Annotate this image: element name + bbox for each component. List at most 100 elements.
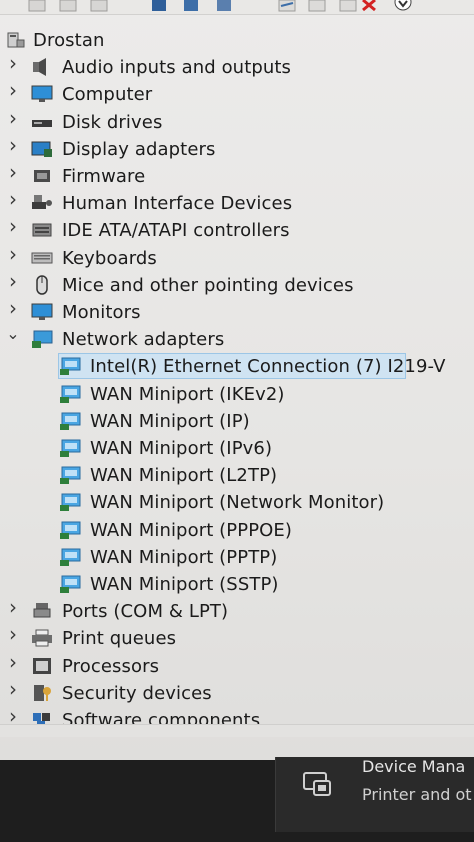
chevron-right-icon[interactable]: › [6, 271, 20, 291]
disable-device-button[interactable] [337, 0, 359, 12]
preview-title: Device Mana [362, 757, 466, 776]
device-manager-icon [302, 769, 334, 799]
security-key-icon [31, 683, 53, 703]
chevron-right-icon[interactable]: › [6, 80, 20, 100]
device-manager-window: Drostan › Audio inputs and outputs › Comput… [0, 0, 474, 760]
chevron-right-icon[interactable]: › [6, 706, 20, 726]
disk-drive-icon [31, 112, 53, 132]
tree-item-label: Computer [62, 84, 153, 106]
tree-item-label: Security devices [62, 682, 212, 704]
up-button[interactable] [88, 0, 110, 12]
taskbar-preview[interactable]: Device Mana Printer and ot [275, 757, 474, 832]
tree-item-network-adapter[interactable]: Intel(R) Ethernet Connection (7) I219-V [0, 353, 474, 380]
horizontal-scrollbar[interactable] [0, 724, 474, 737]
port-icon [31, 601, 53, 621]
ethernet-icon [59, 411, 81, 431]
tree-item-label: Processors [62, 655, 160, 677]
tree-item-label: Monitors [62, 302, 141, 323]
tree-item-network-adapter[interactable]: WAN Miniport (IPv6) [0, 435, 474, 462]
chevron-down-icon[interactable]: ⌄ [6, 326, 20, 342]
back-button[interactable] [26, 0, 48, 12]
tree-item-network-adapter[interactable]: WAN Miniport (Network Monitor) [0, 489, 474, 516]
firmware-chip-icon [31, 166, 53, 186]
tree-item-label: Network adapters [62, 329, 225, 351]
computer-tower-icon [4, 30, 26, 50]
tree-item-label: WAN Miniport (IP) [90, 410, 250, 432]
tree-item-label: WAN Miniport (IPv6) [90, 438, 273, 459]
root-label: Drostan [33, 30, 105, 51]
tree-item-label: WAN Miniport (Network Monitor) [90, 492, 385, 514]
tree-item-category[interactable]: › Keyboards [0, 244, 474, 272]
speaker-icon [31, 57, 53, 77]
tree-item-label: WAN Miniport (IKEv2) [90, 383, 285, 405]
tree-item-category[interactable]: › Print queues [0, 624, 474, 652]
tree-item-label: Firmware [62, 166, 146, 187]
view-button[interactable] [213, 0, 235, 12]
chevron-right-icon[interactable]: › [6, 162, 20, 182]
ethernet-icon [59, 438, 81, 458]
chevron-right-icon[interactable]: › [6, 597, 20, 617]
uninstall-icon[interactable] [358, 0, 380, 12]
tree-item-label: Display adapters [62, 138, 216, 160]
hid-icon [31, 193, 53, 213]
tree-item-category[interactable]: › Firmware [0, 162, 474, 190]
update-driver-button[interactable] [276, 0, 298, 12]
chevron-right-icon[interactable]: › [6, 298, 20, 318]
tree-item-category[interactable]: › Mice and other pointing devices [0, 271, 474, 299]
tree-item-label: Print queues [62, 628, 177, 650]
tree-item-network-adapter[interactable]: WAN Miniport (SSTP) [0, 571, 474, 598]
tree-item-label: Mice and other pointing devices [62, 274, 354, 296]
tree-item-category[interactable]: › Audio inputs and outputs [0, 53, 474, 81]
tree-item-label: WAN Miniport (PPPOE) [90, 519, 293, 541]
tree-item-label: WAN Miniport (PPTP) [90, 546, 278, 568]
tree-item-category[interactable]: › Security devices [0, 679, 474, 707]
monitor-icon [31, 302, 53, 322]
ethernet-icon [59, 520, 81, 540]
tree-item-label: WAN Miniport (L2TP) [90, 465, 278, 487]
chevron-right-icon[interactable]: › [6, 624, 20, 644]
chevron-right-icon[interactable]: › [6, 216, 20, 236]
properties-button[interactable] [148, 0, 170, 12]
forward-button[interactable] [57, 0, 79, 12]
chevron-right-icon[interactable]: › [6, 135, 20, 155]
keyboard-icon [31, 248, 53, 268]
tree-item-category[interactable]: ⌄ Network adapters [0, 326, 474, 353]
scan-hardware-button[interactable] [306, 0, 328, 12]
chevron-right-icon[interactable]: › [6, 108, 20, 128]
chevron-right-icon[interactable]: › [6, 244, 20, 264]
tree-item-label: Ports (COM & LPT) [62, 601, 229, 623]
tree-item-category[interactable]: › Disk drives [0, 108, 474, 136]
tree-item-network-adapter[interactable]: WAN Miniport (IP) [0, 408, 474, 435]
tree-root[interactable]: Drostan [0, 27, 474, 54]
network-adapter-icon [31, 329, 53, 349]
chevron-right-icon[interactable]: › [6, 189, 20, 209]
tree-item-network-adapter[interactable]: WAN Miniport (L2TP) [0, 462, 474, 489]
tree-item-category[interactable]: › Computer [0, 80, 474, 108]
chevron-right-icon[interactable]: › [6, 652, 20, 672]
preview-subtitle: Printer and ot [362, 785, 472, 804]
tree-item-network-adapter[interactable]: WAN Miniport (PPPOE) [0, 517, 474, 544]
tree-item-label: IDE ATA/ATAPI controllers [62, 220, 290, 242]
tree-item-category[interactable]: › Monitors [0, 298, 474, 326]
chevron-right-icon[interactable]: › [6, 53, 20, 73]
help-button[interactable] [180, 0, 202, 12]
printer-icon [31, 628, 53, 648]
tree-item-network-adapter[interactable]: WAN Miniport (IKEv2) [0, 381, 474, 408]
chevron-right-icon[interactable]: › [6, 679, 20, 699]
tree-item-category[interactable]: › Display adapters [0, 135, 474, 163]
download-icon[interactable] [392, 0, 414, 12]
tree-item-category[interactable]: › Processors [0, 652, 474, 680]
toolbar [0, 0, 474, 15]
tree-item-label: Intel(R) Ethernet Connection (7) I219-V [90, 356, 446, 378]
tree-item-label: Human Interface Devices [62, 193, 293, 215]
tree-item-category[interactable]: › Human Interface Devices [0, 189, 474, 217]
tree-item-label: Disk drives [62, 111, 163, 133]
tree-item-category[interactable]: › Ports (COM & LPT) [0, 597, 474, 625]
tree-item-label: Keyboards [62, 247, 157, 269]
tree-item-label: Audio inputs and outputs [62, 57, 292, 79]
ethernet-icon [59, 492, 81, 512]
display-adapter-icon [31, 139, 53, 159]
tree-item-category[interactable]: › IDE ATA/ATAPI controllers [0, 216, 474, 244]
tree-item-label: WAN Miniport (SSTP) [90, 574, 279, 595]
tree-item-network-adapter[interactable]: WAN Miniport (PPTP) [0, 544, 474, 571]
